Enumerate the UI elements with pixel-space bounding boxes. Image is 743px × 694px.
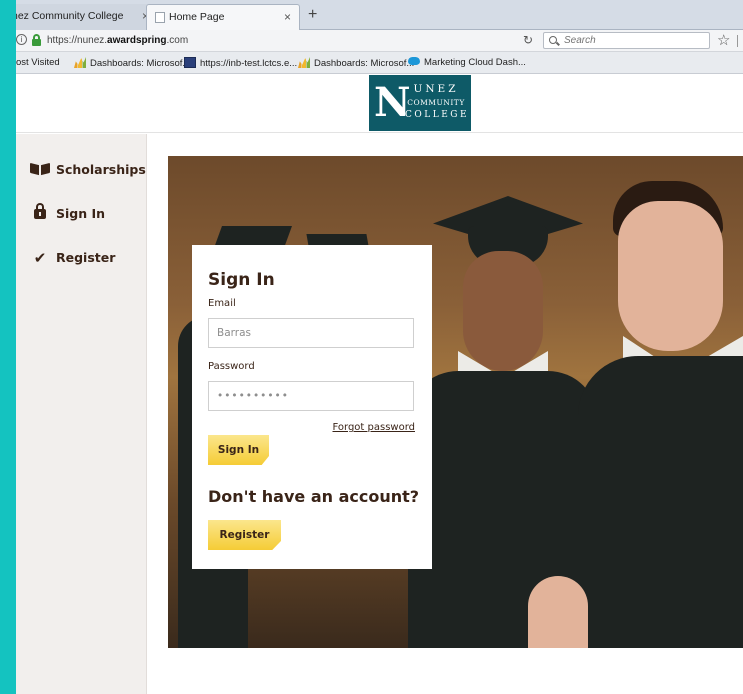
sidebar-item-register[interactable]: ✔ Register — [30, 247, 116, 269]
search-input[interactable] — [564, 34, 704, 47]
check-icon: ✔ — [33, 249, 47, 267]
chart-icon — [74, 57, 86, 68]
reload-icon[interactable]: ↻ — [523, 33, 533, 47]
close-icon[interactable]: × — [284, 5, 291, 29]
forgot-password-link[interactable]: Forgot password — [333, 422, 416, 433]
sidebar-item-label: Register — [56, 250, 116, 265]
sidebar-item-scholarships[interactable]: Scholarships — [30, 159, 146, 181]
toolbar-divider — [737, 35, 738, 47]
bookmark-marketing-cloud[interactable]: Marketing Cloud Dash... — [408, 57, 526, 68]
email-label: Email — [208, 298, 236, 309]
new-tab-button[interactable]: + — [308, 6, 317, 24]
tab-home-page[interactable]: Home Page × — [146, 4, 300, 30]
bookmark-dashboards-2[interactable]: Dashboards: Microsof... — [298, 57, 414, 69]
password-field[interactable] — [208, 381, 414, 411]
bookmark-inb-test[interactable]: https://inb-test.lctcs.e... — [184, 57, 297, 69]
tab-nunez-college[interactable]: nez Community College × — [16, 4, 158, 30]
sidebar-item-label: Scholarships — [56, 162, 146, 177]
lock-icon — [34, 203, 46, 219]
browser-window: nez Community College × Home Page × + i … — [16, 0, 743, 694]
register-button[interactable]: Register — [208, 520, 281, 550]
college-logo[interactable]: N UNEZ COMMUNITY COLLEGE — [369, 75, 471, 131]
tab-label: Home Page — [169, 11, 225, 23]
logo-text-line3: COLLEGE — [405, 110, 470, 120]
sidebar-item-label: Sign In — [56, 206, 106, 221]
lock-icon[interactable] — [32, 34, 41, 46]
bookmark-star-icon[interactable]: ☆ — [717, 31, 730, 49]
chart-icon — [298, 57, 310, 68]
bookmark-dashboards-1[interactable]: Dashboards: Microsof... — [74, 57, 190, 69]
search-box[interactable] — [543, 32, 710, 49]
page-icon — [155, 12, 165, 23]
cloud-icon — [408, 57, 420, 65]
sidebar: Scholarships Sign In ✔ Register — [16, 134, 147, 694]
bookmarks-bar: ost Visited Dashboards: Microsof... http… — [16, 52, 743, 74]
sign-in-title: Sign In — [208, 270, 275, 290]
password-label: Password — [208, 361, 255, 372]
url-bar[interactable]: https://nunez.awardspring.com — [47, 35, 188, 46]
sidebar-item-sign-in[interactable]: Sign In — [30, 203, 105, 225]
email-field[interactable] — [208, 318, 414, 348]
tab-strip: nez Community College × Home Page × + — [16, 0, 743, 30]
tab-label: nez Community College — [16, 10, 124, 22]
sign-in-card: Sign In Email Password Forgot password S… — [192, 245, 432, 569]
info-icon[interactable]: i — [16, 34, 27, 45]
bookmark-most-visited[interactable]: ost Visited — [16, 57, 60, 68]
sign-in-button[interactable]: Sign In — [208, 435, 269, 465]
logo-text-line1: UNEZ — [413, 83, 459, 95]
bookmark-icon — [184, 57, 196, 68]
search-icon — [549, 36, 557, 44]
site-header: N UNEZ COMMUNITY COLLEGE — [16, 75, 743, 133]
book-icon — [30, 163, 50, 175]
logo-text-line2: COMMUNITY — [407, 98, 465, 107]
navigation-bar: i https://nunez.awardspring.com ↻ ☆ — [16, 30, 743, 52]
no-account-heading: Don't have an account? — [208, 487, 420, 506]
